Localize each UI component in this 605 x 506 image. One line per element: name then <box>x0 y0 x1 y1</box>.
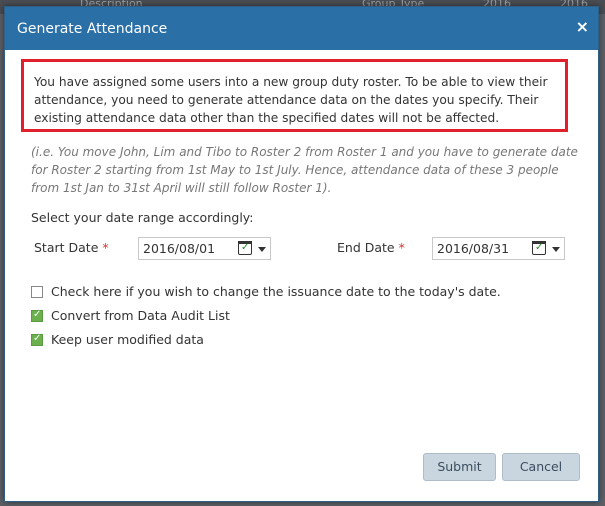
chevron-down-icon[interactable] <box>552 247 560 252</box>
end-date-label: End Date * <box>337 240 405 255</box>
calendar-icon[interactable] <box>532 241 546 255</box>
convert-audit-checkbox[interactable] <box>31 309 43 322</box>
option-label: Convert from Data Audit List <box>51 308 230 323</box>
option-keep-modified-data[interactable]: Keep user modified data <box>31 332 204 347</box>
start-date-label: Start Date * <box>34 240 109 255</box>
end-date-label-text: End Date <box>337 240 395 255</box>
issuance-date-checkbox[interactable] <box>31 286 43 298</box>
notice-message: You have assigned some users into a new … <box>21 59 568 132</box>
dialog-titlebar: Generate Attendance × <box>5 7 598 50</box>
end-date-value: 2016/08/31 <box>437 241 510 256</box>
calendar-icon[interactable] <box>238 241 252 255</box>
cancel-button[interactable]: Cancel <box>502 453 580 481</box>
required-marker: * <box>102 240 109 255</box>
submit-button[interactable]: Submit <box>423 453 496 481</box>
generate-attendance-dialog: Generate Attendance × You have assigned … <box>4 6 599 502</box>
start-date-value: 2016/08/01 <box>143 241 216 256</box>
option-label: Keep user modified data <box>51 332 204 347</box>
option-label: Check here if you wish to change the iss… <box>51 284 501 299</box>
dialog-title: Generate Attendance <box>17 21 168 37</box>
close-icon[interactable]: × <box>576 19 589 35</box>
option-change-issuance-date[interactable]: Check here if you wish to change the iss… <box>31 284 501 299</box>
start-date-label-text: Start Date <box>34 240 99 255</box>
end-date-picker[interactable]: 2016/08/31 <box>432 237 565 260</box>
option-convert-audit-list[interactable]: Convert from Data Audit List <box>31 308 230 323</box>
start-date-picker[interactable]: 2016/08/01 <box>138 237 271 260</box>
example-text: (i.e. You move John, Lim and Tibo to Ros… <box>31 145 578 195</box>
keep-modified-checkbox[interactable] <box>31 333 43 346</box>
required-marker: * <box>398 240 405 255</box>
date-range-label: Select your date range accordingly: <box>31 210 254 225</box>
chevron-down-icon[interactable] <box>258 247 266 252</box>
